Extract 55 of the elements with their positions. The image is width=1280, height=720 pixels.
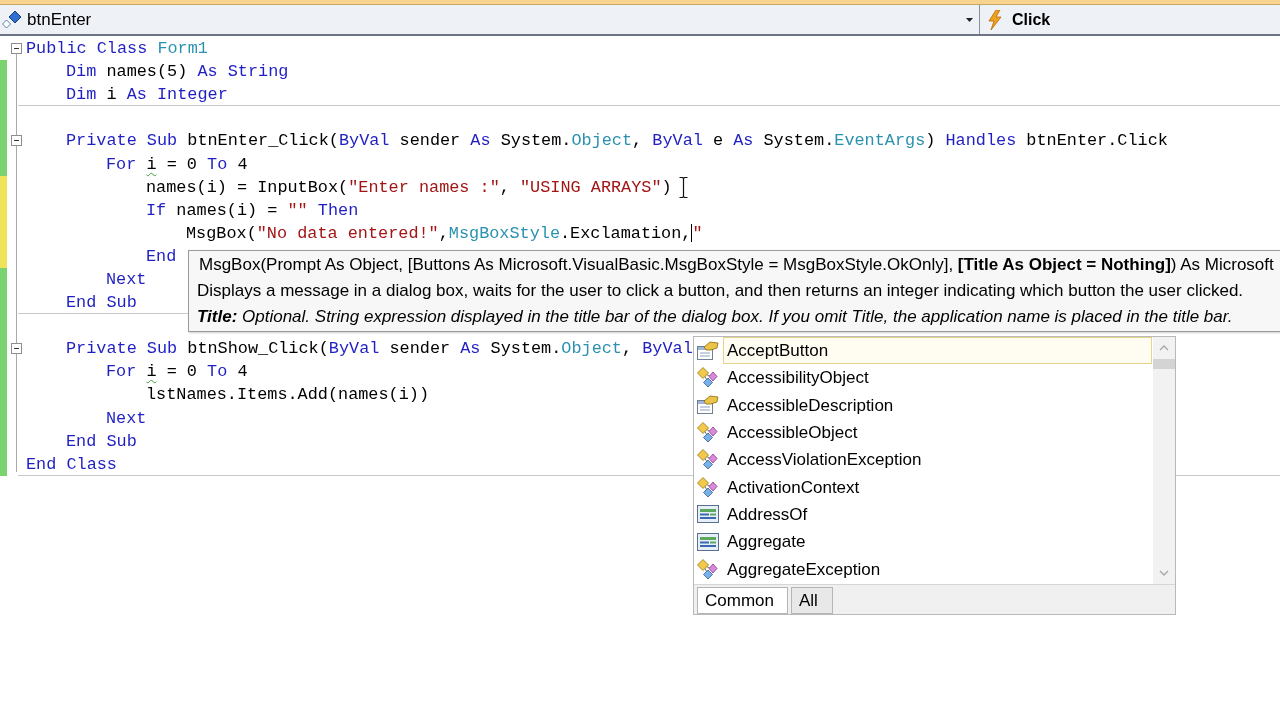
collapse-icon[interactable] — [11, 343, 22, 355]
code-text: lstNames.Items.Add(names(i)) — [146, 384, 430, 407]
code-text: End Class — [26, 453, 117, 476]
completion-item[interactable]: AddressOf — [723, 500, 1152, 528]
tooltip-description: Displays a message in a dialog box, waits for the user to click a button, and then returns an integer indicating which button the user clicked. — [197, 280, 1244, 302]
scrollbar[interactable] — [1153, 337, 1175, 584]
completion-item[interactable]: ActivationContext — [723, 473, 1152, 501]
code-text: Next — [106, 269, 147, 291]
striped-box-icon — [697, 505, 719, 524]
parameter-description: Title: Optional. String expression displayed in the title bar of the dialog box. If you omit Title, the application name is placed in the title bar. — [197, 306, 1233, 328]
code-text: If names(i) = "" Then — [146, 199, 359, 222]
signature-text: MsgBox(Prompt As Object, [Buttons As Microsoft.VisualBasic.MsgBoxStyle = MsgBoxStyle.OkOnly], [Title As Object = Nothing]) As Microsoft — [198, 254, 1274, 276]
code-text: Private Sub btnEnter_Click(ByVal sender As System.Object, ByVal e As System.EventArgs) Handles btnEnter.Click — [66, 130, 1168, 153]
completion-item[interactable]: Aggregate — [723, 528, 1152, 556]
code-text: Private Sub btnShow_Click(ByVal sender As System.Object, ByVal — [66, 338, 693, 361]
filter-tab[interactable]: All — [790, 587, 833, 614]
striped-box-icon — [697, 532, 719, 551]
hand-card-icon — [697, 395, 719, 416]
event-dropdown[interactable]: Click — [980, 5, 1280, 34]
scrollbar-thumb[interactable] — [1153, 359, 1175, 369]
hand-card-icon — [697, 340, 719, 361]
completion-item[interactable]: AccessibilityObject — [723, 364, 1152, 392]
completion-item[interactable]: AggregateException — [723, 555, 1152, 583]
code-text: MsgBox("No data entered!",MsgBoxStyle.Exclamation, — [186, 222, 692, 245]
code-text: End — [146, 245, 177, 268]
i-beam-cursor-icon — [678, 176, 688, 198]
lightning-icon — [988, 9, 1002, 30]
collapse-icon[interactable] — [11, 135, 22, 147]
filter-tab[interactable]: Common — [697, 587, 788, 614]
code-text: names(i) = InputBox("Enter names :", "USING ARRAYS") — [146, 176, 672, 199]
linked-diamonds-icon — [697, 449, 719, 471]
code-text: Dim i As Integer — [66, 84, 228, 107]
linked-diamonds-icon — [697, 367, 719, 389]
linked-diamonds-icon — [697, 422, 719, 444]
code-text: End Sub — [66, 430, 137, 453]
chevron-up-icon[interactable] — [1159, 345, 1169, 351]
completion-item[interactable]: AccessViolationException — [723, 446, 1152, 474]
collapse-icon[interactable] — [11, 43, 22, 55]
completion-item[interactable]: AccessibleObject — [723, 419, 1152, 447]
completion-item[interactable]: AccessibleDescription — [723, 391, 1152, 419]
text-cursor — [691, 224, 693, 243]
completion-item[interactable]: AcceptButton — [723, 337, 1152, 365]
code-text: " — [692, 222, 703, 245]
code-text: For i = 0 To 4 — [106, 153, 248, 176]
code-text: Public Class Form1 — [26, 38, 208, 61]
code-text: For i = 0 To 4 — [106, 361, 248, 384]
class-dropdown[interactable]: btnEnter — [0, 5, 980, 34]
code-text: Dim names(5) As String — [66, 61, 289, 84]
linked-diamonds-icon — [697, 558, 719, 580]
code-text: Next — [106, 407, 147, 430]
diamonds-icon — [2, 9, 22, 30]
caret-icon — [966, 17, 973, 22]
code-text: End Sub — [66, 292, 137, 315]
chevron-down-icon[interactable] — [1159, 570, 1169, 576]
linked-diamonds-icon — [697, 476, 719, 498]
